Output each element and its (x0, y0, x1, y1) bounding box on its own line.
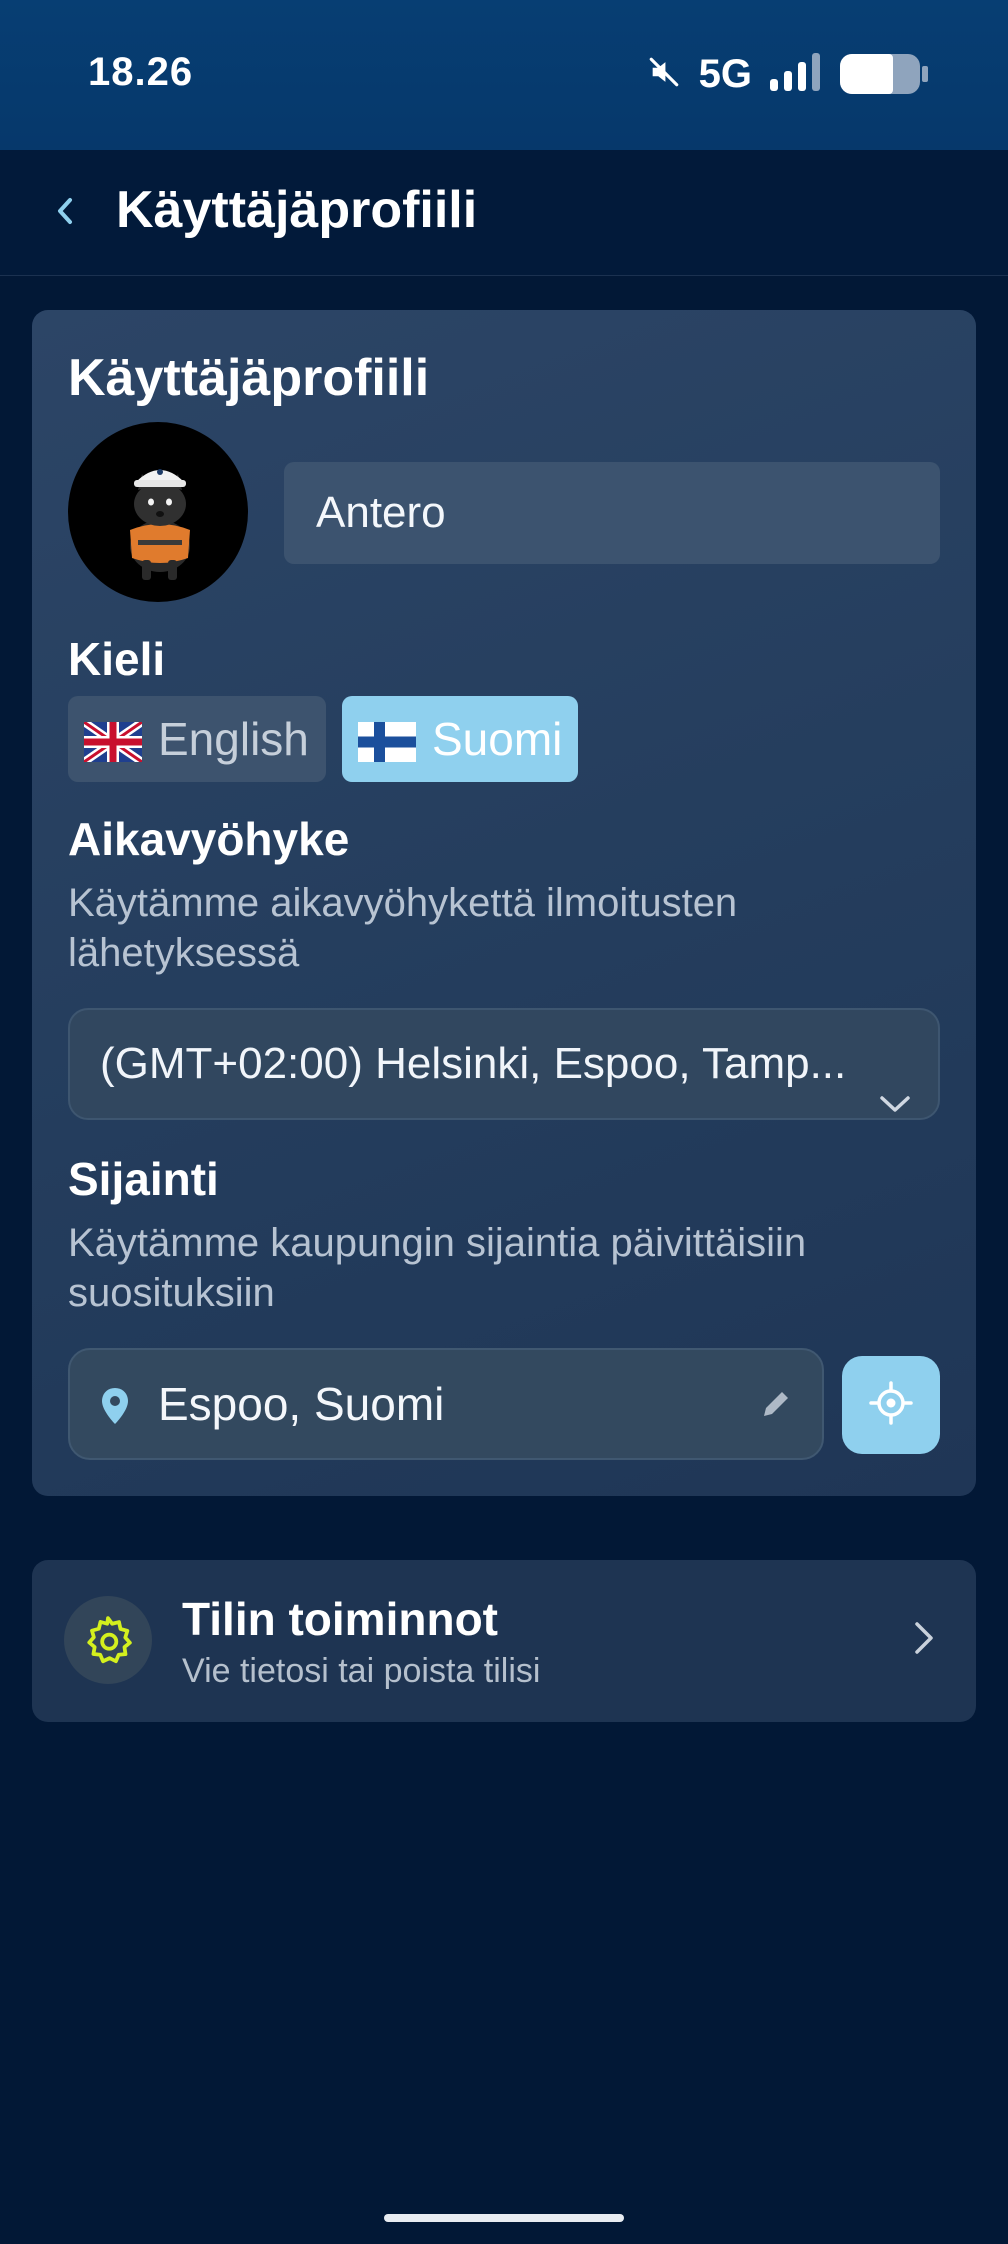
language-option-suomi[interactable]: Suomi (342, 696, 578, 782)
location-label: Sijainti (68, 1153, 219, 1205)
avatar[interactable] (68, 422, 248, 602)
language-option-english[interactable]: English (68, 696, 326, 782)
account-actions-title: Tilin toiminnot (182, 1593, 498, 1645)
finland-flag-icon (358, 719, 416, 762)
timezone-select[interactable]: (GMT+02:00) Helsinki, Espoo, Tamp... (68, 1008, 940, 1120)
chevron-right-icon (912, 1618, 936, 1663)
location-pin-icon (100, 1386, 130, 1431)
name-input[interactable]: Antero (284, 462, 940, 564)
status-icons: 5G (647, 51, 928, 96)
back-button[interactable] (40, 188, 90, 238)
edit-icon[interactable] (758, 1386, 794, 1427)
crosshair-icon (869, 1380, 913, 1430)
location-input[interactable]: Espoo, Suomi (68, 1348, 824, 1460)
app-bar: Käyttäjäprofiili (0, 150, 1008, 276)
language-option-label: Suomi (432, 713, 563, 765)
language-option-label: English (158, 713, 309, 765)
language-label: Kieli (68, 633, 166, 685)
account-actions-card[interactable]: Tilin toiminnot Vie tietosi tai poista t… (32, 1560, 976, 1722)
battery-icon (840, 54, 928, 94)
page-title: Käyttäjäprofiili (116, 181, 478, 239)
uk-flag-icon (81, 718, 145, 766)
chevron-left-icon (52, 194, 78, 233)
timezone-label: Aikavyöhyke (68, 813, 350, 865)
signal-icon (770, 52, 822, 96)
profile-card-title: Käyttäjäprofiili (68, 349, 430, 407)
home-indicator[interactable] (384, 2214, 624, 2222)
location-value: Espoo, Suomi (158, 1378, 445, 1430)
gear-icon (64, 1596, 152, 1684)
mute-icon (647, 55, 681, 94)
network-label: 5G (698, 51, 752, 96)
timezone-helper: Käytämme aikavyöhykettä ilmoitusten lähe… (68, 881, 738, 975)
locate-me-button[interactable] (842, 1356, 940, 1454)
status-bar: 18.26 5G (0, 0, 1008, 150)
timezone-value: (GMT+02:00) Helsinki, Espoo, Tamp... (100, 1039, 847, 1088)
profile-card: Käyttäjäprofiili Antero Kieli English Su… (32, 310, 976, 1496)
chevron-down-icon (878, 1048, 912, 1156)
status-time: 18.26 (88, 50, 194, 94)
location-helper: Käytämme kaupungin sijaintia päivittäisi… (68, 1221, 807, 1315)
account-actions-subtitle: Vie tietosi tai poista tilisi (182, 1652, 541, 1690)
